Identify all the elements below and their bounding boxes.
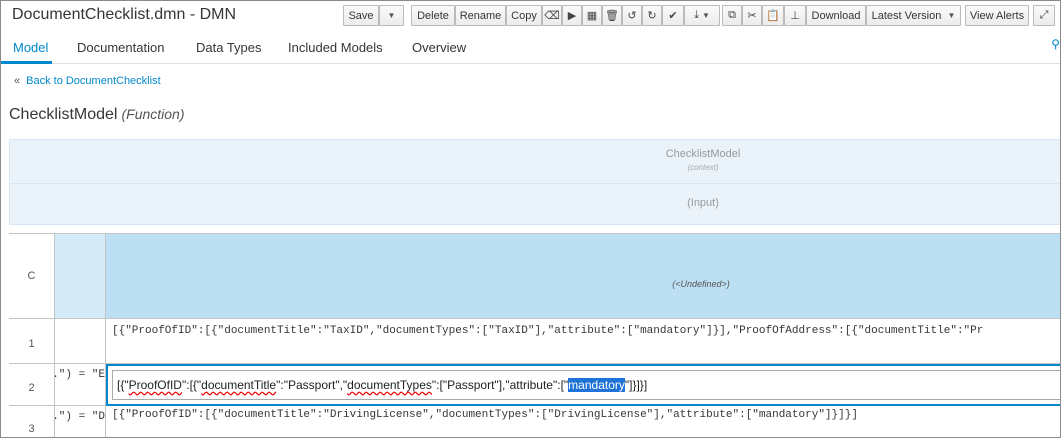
selected-text: mandatory: [568, 378, 625, 392]
editor-tabs: Model Documentation Data Types Included …: [1, 32, 1060, 64]
back-link-label: Back to DocumentChecklist: [26, 75, 161, 87]
function-title: ChecklistModel (Function): [9, 106, 185, 124]
editor-text-part: [{": [117, 378, 129, 392]
window-title: DocumentChecklist.dmn - DMN: [12, 6, 237, 23]
download-button[interactable]: Download: [806, 5, 866, 26]
app-frame: DocumentChecklist.dmn - DMN Save ▼ Delet…: [0, 0, 1061, 438]
play-icon: ▶: [567, 10, 577, 22]
active-tab-indicator: [1, 61, 52, 64]
eraser-icon: ⌫: [544, 10, 560, 22]
context-name: ChecklistModel: [665, 148, 741, 160]
paste-icon: 📋: [766, 10, 780, 22]
function-name: ChecklistModel: [9, 106, 118, 123]
editor-text-part: ":[{": [181, 378, 202, 392]
view-alerts-button[interactable]: View Alerts: [965, 5, 1029, 26]
row-3-input-cell[interactable]: .") = "D: [55, 406, 106, 437]
tab-included-models[interactable]: Included Models: [288, 40, 383, 55]
row-2-input-cell[interactable]: .") = "E: [55, 364, 106, 406]
search-icon[interactable]: ⚲: [1051, 37, 1060, 51]
latest-version-dropdown[interactable]: Latest Version ▼: [866, 5, 961, 26]
editor-text-part: ":"Passport",": [276, 378, 348, 392]
row-number-3[interactable]: 3: [9, 406, 55, 437]
redo-icon: ↻: [647, 10, 657, 22]
tab-model[interactable]: Model: [13, 40, 48, 55]
double-chevron-left-icon: «: [14, 75, 21, 87]
rename-button[interactable]: Rename: [455, 5, 506, 26]
validate-button[interactable]: ✔: [662, 5, 684, 26]
row-3-value-cell[interactable]: [{"ProofOfID":[{"documentTitle":"Driving…: [106, 406, 1060, 437]
save-dropdown-button[interactable]: ▼: [379, 5, 404, 26]
back-link[interactable]: « Back to DocumentChecklist: [14, 75, 161, 87]
caret-down-icon: ▼: [387, 11, 396, 20]
grid-button[interactable]: ▦: [582, 5, 602, 26]
hierarchy-icon: ⊥: [790, 10, 800, 22]
grid-icon: ▦: [586, 10, 598, 22]
export-button[interactable]: ⤓ ▼: [684, 5, 720, 26]
undo-button[interactable]: ↺: [622, 5, 642, 26]
tab-overview[interactable]: Overview: [412, 40, 466, 55]
misspelled-word: documentTitle: [201, 378, 277, 392]
redo-button[interactable]: ↻: [642, 5, 662, 26]
check-icon: ✔: [668, 10, 678, 22]
context-type: (context): [687, 163, 719, 172]
title-bar: DocumentChecklist.dmn - DMN Save ▼ Delet…: [1, 1, 1060, 31]
undefined-label: (<Undefined>): [672, 279, 730, 289]
row-number-1[interactable]: 1: [9, 319, 55, 364]
row-1-value-cell[interactable]: [{"ProofOfID":[{"documentTitle":"TaxID",…: [106, 319, 1060, 364]
row-3-input-text: .") = "D: [55, 411, 105, 423]
context-input: (Input): [687, 197, 719, 209]
caret-down-icon: ▼: [947, 11, 956, 20]
duplicate-button[interactable]: ⧉: [722, 5, 742, 26]
cut-icon: ✂: [747, 10, 757, 22]
cut-button[interactable]: ✂: [742, 5, 762, 26]
decision-grid: C (<Undefined>) 1 [{"ProofOfID":[{"docum…: [9, 233, 1060, 437]
latest-version-label: Latest Version: [871, 9, 942, 22]
hierarchy-button[interactable]: ⊥: [784, 5, 806, 26]
paste-button[interactable]: 📋: [762, 5, 784, 26]
row-1-input-cell[interactable]: [55, 319, 106, 364]
cell-text-editor[interactable]: [{"ProofOfID":[{"documentTitle":"Passpor…: [112, 370, 1060, 400]
misspelled-word: ProofOfID: [128, 378, 182, 392]
column-header-c[interactable]: C: [9, 233, 55, 319]
undo-icon: ↺: [627, 10, 637, 22]
context-divider: [10, 183, 1060, 184]
delete-button[interactable]: Delete: [411, 5, 455, 26]
caret-down-icon: ▼: [702, 11, 710, 20]
copy-button[interactable]: Copy: [506, 5, 542, 26]
row-2-value-editor[interactable]: [{"ProofOfID":[{"documentTitle":"Passpor…: [106, 364, 1060, 406]
row-number-2[interactable]: 2: [9, 364, 55, 406]
column-header-output[interactable]: (<Undefined>): [106, 233, 1060, 319]
eraser-button[interactable]: ⌫: [542, 5, 562, 26]
copy-icon: ⧉: [728, 9, 736, 21]
editor-text-part: "]}]}]: [624, 378, 648, 392]
function-kind: (Function): [121, 106, 185, 122]
run-button[interactable]: ▶: [562, 5, 582, 26]
expand-button[interactable]: ⤢: [1033, 5, 1055, 26]
editor-text: [{"ProofOfID":[{"documentTitle":"Passpor…: [117, 378, 647, 392]
tab-documentation[interactable]: Documentation: [77, 40, 164, 55]
row-3-value-text: [{"ProofOfID":[{"documentTitle":"Driving…: [112, 409, 858, 421]
save-button[interactable]: Save: [343, 5, 379, 26]
column-header-input[interactable]: [55, 233, 106, 319]
row-2-input-text: .") = "E: [55, 369, 105, 381]
download-icon: ⤓: [694, 9, 699, 21]
editor-text-part: ":["Passport"],"attribute":[": [431, 378, 569, 392]
trash-icon: 🗑: [605, 10, 619, 22]
tab-data-types[interactable]: Data Types: [196, 40, 262, 55]
misspelled-word: documentTypes: [347, 378, 432, 392]
expand-icon: ⤢: [1039, 9, 1049, 21]
delete-icon-button[interactable]: 🗑: [602, 5, 622, 26]
row-1-value-text: [{"ProofOfID":[{"documentTitle":"TaxID",…: [112, 325, 984, 337]
context-header[interactable]: ChecklistModel (context) (Input): [9, 139, 1060, 225]
